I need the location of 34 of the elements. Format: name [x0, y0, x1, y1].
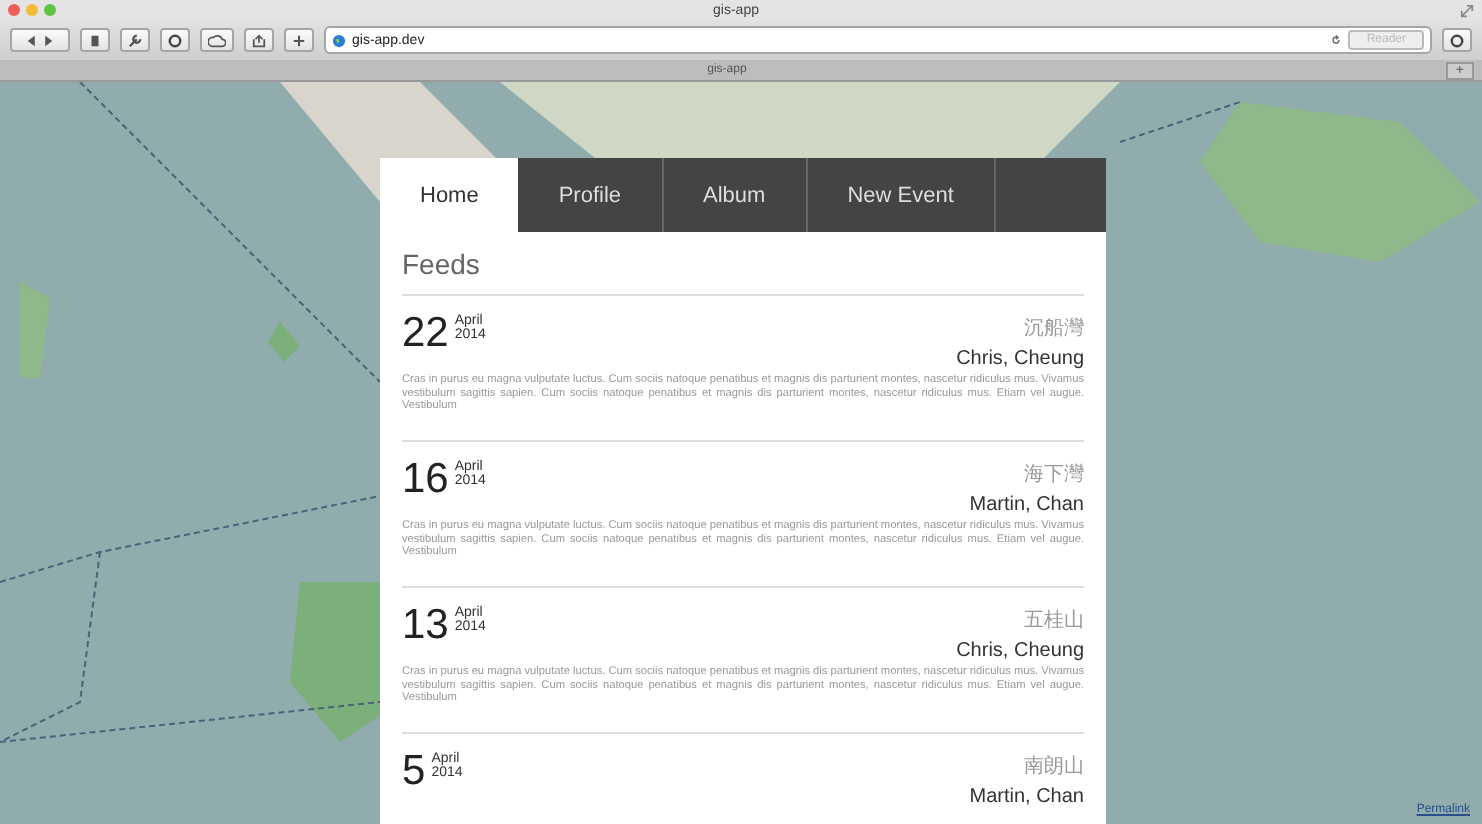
feed-place: 五桂山	[1024, 607, 1084, 634]
sidebar-button[interactable]	[80, 28, 110, 52]
feed-place: 南朗山	[1024, 753, 1084, 780]
reload-icon[interactable]	[1330, 34, 1343, 46]
circle-icon	[168, 33, 182, 47]
feed-author: Martin, Chan	[969, 494, 1084, 516]
back-forward-button[interactable]	[10, 28, 70, 52]
close-button[interactable]	[8, 4, 20, 16]
cloud-icon	[208, 33, 226, 47]
circle-icon	[1450, 33, 1464, 47]
feed-author: Chris, Cheung	[956, 640, 1084, 662]
feed-day: 16	[402, 460, 449, 500]
add-bookmark-button[interactable]	[284, 28, 314, 52]
feed-author: Chris, Cheung	[956, 348, 1084, 370]
cloud-button[interactable]	[200, 28, 234, 52]
feed-day: 22	[402, 314, 449, 354]
wrench-icon	[128, 33, 142, 47]
fullscreen-icon[interactable]	[1460, 3, 1474, 17]
plus-icon	[292, 33, 306, 47]
feed-place: 海下灣	[1024, 461, 1084, 488]
back-forward-icon	[26, 33, 54, 47]
book-icon	[88, 33, 102, 47]
tools-button[interactable]	[120, 28, 150, 52]
globe-icon	[332, 33, 346, 47]
downloads-button[interactable]	[1442, 28, 1472, 52]
feed-day: 5	[402, 752, 426, 792]
share-icon	[252, 33, 266, 47]
feeds-heading: Feeds	[402, 232, 1084, 296]
share-button[interactable]	[244, 28, 274, 52]
feed-place: 沉船灣	[1024, 315, 1084, 342]
feed-day: 13	[402, 606, 449, 646]
toolbar-button[interactable]	[160, 28, 190, 52]
nav-tab[interactable]: Home	[380, 158, 519, 232]
feed-author: Martin, Chan	[969, 786, 1084, 808]
